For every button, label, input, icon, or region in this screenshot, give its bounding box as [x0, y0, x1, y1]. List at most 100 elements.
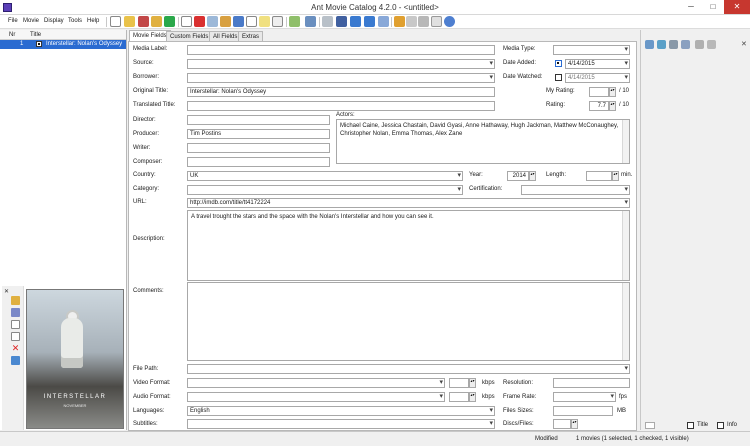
statistics-icon[interactable]	[406, 16, 417, 27]
open-icon[interactable]	[124, 16, 135, 27]
menu-movie[interactable]: Movie	[23, 18, 39, 24]
group-icon[interactable]	[305, 16, 316, 27]
languages-select[interactable]: English	[187, 406, 495, 416]
title-checkbox[interactable]	[687, 422, 694, 429]
video-format-select[interactable]	[187, 378, 445, 388]
menu-display[interactable]: Display	[44, 18, 64, 24]
go-icon[interactable]	[164, 16, 175, 27]
search-icon[interactable]	[207, 16, 218, 27]
resolution-field[interactable]	[553, 378, 630, 388]
discs-files-stepper[interactable]: ▴▾	[571, 419, 578, 429]
save-icon[interactable]	[695, 40, 704, 49]
help-icon[interactable]	[444, 16, 455, 27]
copy-icon[interactable]	[246, 16, 257, 27]
rating-stepper[interactable]: ▴▾	[609, 101, 616, 111]
description-scrollbar[interactable]	[622, 211, 629, 280]
column-nr[interactable]: Nr	[9, 32, 15, 38]
list-item[interactable]: 1 Interstellar: Nolan's Odyssey	[0, 40, 126, 49]
close-button[interactable]: ✕	[724, 0, 750, 14]
date-added-checkbox[interactable]	[555, 60, 562, 67]
rating-field[interactable]: 7.7	[589, 101, 609, 111]
my-rating-stepper[interactable]: ▴▾	[609, 87, 616, 97]
discs-files-field[interactable]	[553, 419, 571, 429]
preferences-icon[interactable]	[431, 16, 442, 27]
open-template-icon[interactable]	[669, 40, 678, 49]
menu-tools[interactable]: Tools	[68, 18, 82, 24]
category-select[interactable]	[187, 185, 463, 195]
description-textarea[interactable]: A travel trought the stars and the space…	[187, 210, 630, 281]
delete-icon[interactable]	[194, 16, 205, 27]
video-bitrate-stepper[interactable]: ▴▾	[469, 378, 476, 388]
panel-close-icon[interactable]: ✕	[741, 40, 747, 48]
audio-bitrate-stepper[interactable]: ▴▾	[469, 392, 476, 402]
audio-bitrate-field[interactable]	[449, 392, 469, 402]
year-stepper[interactable]: ▴▾	[529, 171, 536, 181]
folder-icon[interactable]	[151, 16, 162, 27]
close-icon[interactable]: ✕	[4, 288, 9, 295]
writer-field[interactable]	[187, 143, 330, 153]
save-icon[interactable]	[138, 16, 149, 27]
subtitles-select[interactable]	[187, 419, 495, 429]
view-icon[interactable]	[289, 16, 300, 27]
minimize-button[interactable]: ─	[680, 0, 702, 14]
copy-icon[interactable]	[681, 40, 690, 49]
tools-icon[interactable]	[220, 16, 231, 27]
get-info-icon[interactable]	[233, 16, 244, 27]
picture-info-icon[interactable]	[11, 356, 20, 365]
video-bitrate-field[interactable]	[449, 378, 469, 388]
refresh-icon[interactable]	[657, 40, 666, 49]
menu-file[interactable]: File	[8, 18, 18, 24]
length-stepper[interactable]: ▴▾	[612, 171, 619, 181]
original-title-field[interactable]: Interstellar: Nolan's Odyssey	[187, 87, 495, 97]
country-select[interactable]: UK	[187, 171, 463, 181]
copy-picture-icon[interactable]	[11, 320, 20, 329]
borrower-select[interactable]	[187, 73, 495, 83]
file-path-field[interactable]	[187, 364, 630, 374]
column-title[interactable]: Title	[30, 32, 41, 38]
files-sizes-field[interactable]	[553, 406, 613, 416]
maximize-button[interactable]: □	[702, 0, 724, 14]
date-watched-picker[interactable]: 4/14/2015	[565, 73, 630, 83]
add-movie-icon[interactable]	[181, 16, 192, 27]
media-label-field[interactable]	[187, 45, 495, 55]
info-checkbox[interactable]	[717, 422, 724, 429]
template-icon[interactable]	[645, 40, 654, 49]
panel-resize-handle[interactable]	[645, 422, 655, 429]
paste-picture-icon[interactable]	[11, 332, 20, 341]
translated-title-field[interactable]	[187, 101, 495, 111]
url-field[interactable]: http://imdb.com/title/tt4172224	[187, 198, 630, 208]
scripts-icon[interactable]	[394, 16, 405, 27]
producer-field[interactable]: Tim Postins	[187, 129, 330, 139]
actors-scrollbar[interactable]	[622, 120, 629, 163]
length-field[interactable]	[586, 171, 612, 181]
paste-icon[interactable]	[259, 16, 270, 27]
audio-format-select[interactable]	[187, 392, 445, 402]
media-type-select[interactable]	[553, 45, 630, 55]
back-icon[interactable]	[707, 40, 716, 49]
save-picture-icon[interactable]	[11, 308, 20, 317]
menu-help[interactable]: Help	[87, 18, 99, 24]
certification-select[interactable]	[521, 185, 630, 195]
row-checkbox[interactable]	[36, 41, 42, 47]
composer-field[interactable]	[187, 157, 330, 167]
sort-icon[interactable]	[322, 16, 333, 27]
comments-scrollbar[interactable]	[622, 283, 629, 360]
director-field[interactable]	[187, 115, 330, 125]
columns-icon[interactable]	[364, 16, 375, 27]
comments-textarea[interactable]	[187, 282, 630, 361]
filter-icon[interactable]	[336, 16, 347, 27]
display-icon[interactable]	[350, 16, 361, 27]
print-icon[interactable]	[418, 16, 429, 27]
panel-icon[interactable]	[378, 16, 389, 27]
date-watched-checkbox[interactable]	[555, 74, 562, 81]
date-added-picker[interactable]: 4/14/2015	[565, 59, 630, 69]
source-select[interactable]	[187, 59, 495, 69]
load-picture-icon[interactable]	[11, 296, 20, 305]
frame-rate-select[interactable]	[553, 392, 616, 402]
year-field[interactable]: 2014	[507, 171, 529, 181]
delete-picture-icon[interactable]: ✕	[11, 344, 20, 353]
properties-icon[interactable]	[272, 16, 283, 27]
actors-textarea[interactable]: Michael Caine, Jessica Chastain, David G…	[336, 119, 630, 164]
my-rating-field[interactable]	[589, 87, 609, 97]
new-icon[interactable]	[110, 16, 121, 27]
